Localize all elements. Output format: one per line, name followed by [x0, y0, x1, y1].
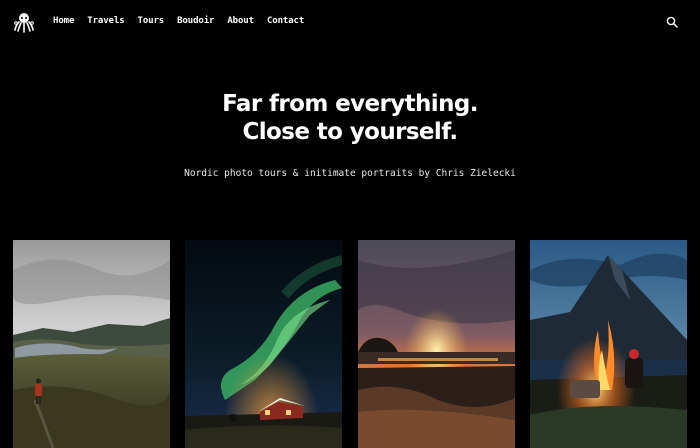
nav-boudoir-link[interactable]: Boudoir	[177, 16, 214, 26]
top-navigation: Home Travels Tours Boudoir About Contact	[0, 0, 700, 44]
hero-section: Far from everything. Close to yourself. …	[0, 90, 700, 179]
hero-subtitle: Nordic photo tours & initimate portraits…	[184, 168, 516, 179]
nav-home-link[interactable]: Home	[53, 16, 74, 26]
nav-contact-link[interactable]: Contact	[267, 16, 304, 26]
gallery-photo-sunset[interactable]	[358, 240, 515, 448]
photo-gallery	[13, 240, 700, 448]
hero-title-line-2: Close to yourself.	[242, 119, 458, 145]
gallery-photo-campfire[interactable]	[530, 240, 687, 448]
hero-title-line-1: Far from everything.	[222, 91, 478, 117]
nav-tours-link[interactable]: Tours	[138, 16, 165, 26]
gallery-photo-hiker[interactable]	[13, 240, 170, 448]
nav-about-link[interactable]: About	[227, 16, 254, 26]
gallery-photo-aurora[interactable]	[185, 240, 342, 448]
octopus-logo-icon[interactable]	[13, 11, 35, 33]
search-icon[interactable]	[666, 15, 678, 28]
hero-title: Far from everything. Close to yourself.	[0, 90, 700, 146]
nav-travels-link[interactable]: Travels	[87, 16, 124, 26]
main-menu: Home Travels Tours Boudoir About Contact	[53, 16, 317, 26]
